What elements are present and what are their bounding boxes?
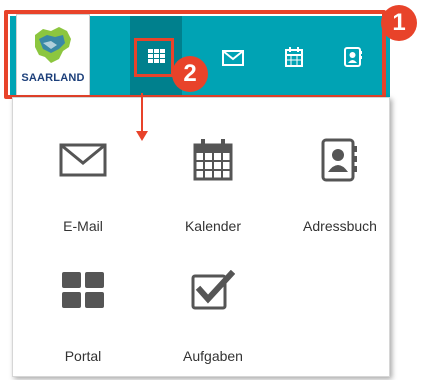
app-email[interactable]: E-Mail xyxy=(23,134,143,234)
app-calendar-label: Kalender xyxy=(184,218,242,234)
step-badge-1: 1 xyxy=(381,5,417,41)
app-tasks-label: Aufgaben xyxy=(183,348,243,364)
app-email-label: E-Mail xyxy=(63,218,103,234)
portal-icon xyxy=(62,272,104,308)
arrow-down-icon xyxy=(136,93,148,141)
calendar-icon xyxy=(193,139,233,181)
mail-icon xyxy=(59,143,107,177)
app-portal-label: Portal xyxy=(64,348,102,364)
app-calendar[interactable]: Kalender xyxy=(153,134,273,234)
app-addressbook[interactable]: Adressbuch xyxy=(280,134,400,234)
app-addressbook-label: Adressbuch xyxy=(303,218,377,234)
app-tasks[interactable]: Aufgaben xyxy=(153,264,273,364)
highlight-apps-button xyxy=(134,38,174,77)
addressbook-icon xyxy=(321,138,357,182)
apps-dropdown-panel: E-Mail Kalender Adressbuch Portal Aufgab… xyxy=(12,97,390,377)
step-badge-2: 2 xyxy=(172,56,208,92)
tasks-icon xyxy=(191,270,235,310)
app-portal[interactable]: Portal xyxy=(23,264,143,364)
